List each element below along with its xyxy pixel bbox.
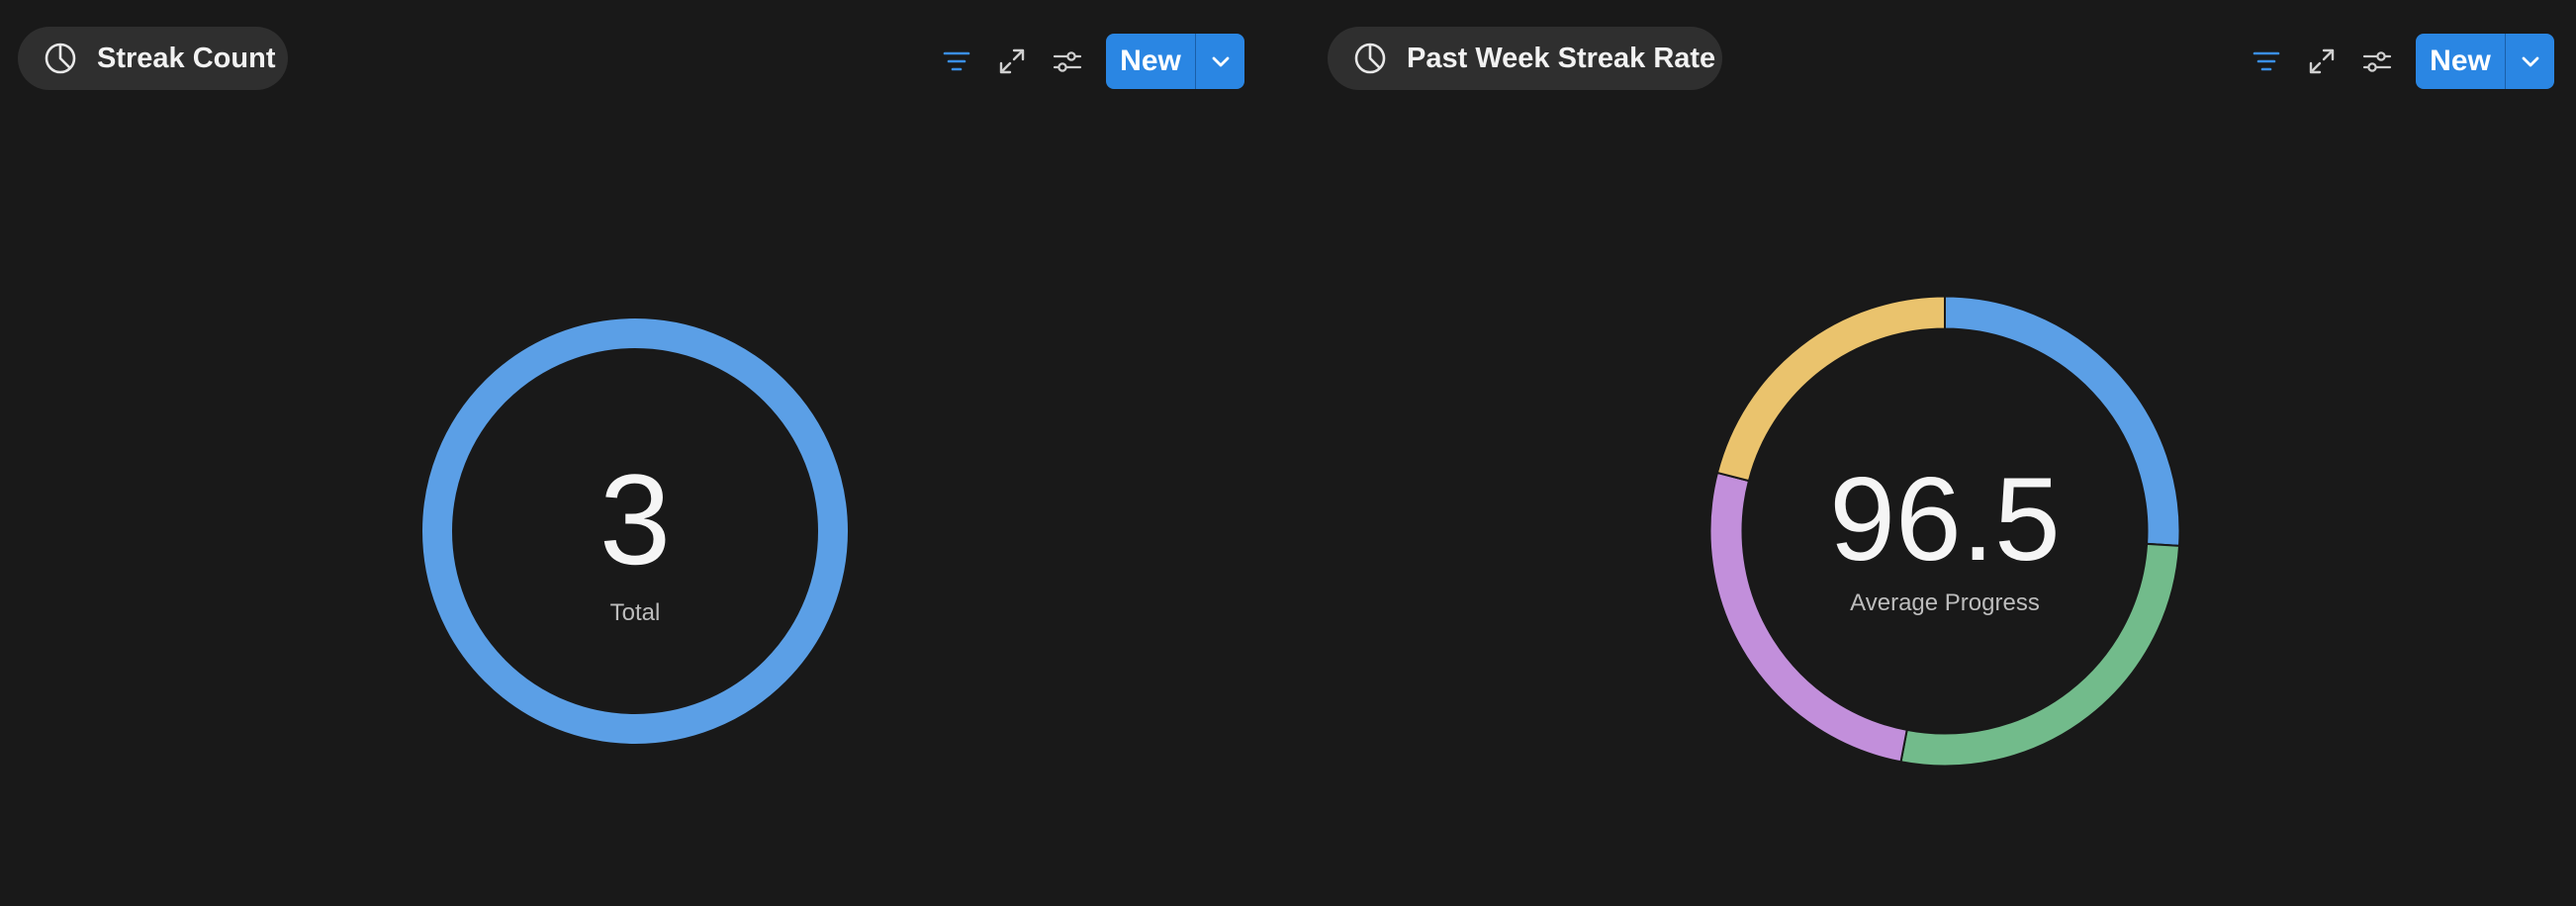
chart-panel-streak-count: 3 Total Streak Count New — [0, 0, 1276, 906]
donut-chart: 3 Total — [422, 318, 848, 744]
new-dropdown-button[interactable] — [1196, 34, 1244, 89]
new-button-group: New — [1106, 34, 1244, 89]
sliders-icon[interactable] — [2360, 45, 2394, 78]
center-label: Total — [610, 599, 661, 626]
chart-title: Past Week Streak Rate — [1407, 42, 1716, 74]
new-button-group: New — [2416, 34, 2554, 89]
chart-panel-past-week-streak-rate: 96.5 Average Progress Past Week Streak Ra… — [1310, 0, 2576, 906]
new-button[interactable]: New — [2416, 34, 2506, 89]
chart-title: Streak Count — [97, 42, 276, 74]
center-label: Average Progress — [1850, 589, 2040, 616]
expand-icon[interactable] — [995, 45, 1029, 78]
chevron-down-icon — [2522, 56, 2538, 67]
filter-icon[interactable] — [940, 45, 973, 78]
new-dropdown-button[interactable] — [2506, 34, 2554, 89]
center-value: 3 — [599, 447, 671, 591]
pie-chart-icon — [45, 43, 76, 74]
filter-icon[interactable] — [2250, 45, 2283, 78]
donut-chart: 96.5 Average Progress — [1708, 295, 2181, 768]
chart-title-pill[interactable]: Streak Count — [18, 27, 288, 90]
new-button[interactable]: New — [1106, 34, 1196, 89]
sliders-icon[interactable] — [1051, 45, 1084, 78]
center-value: 96.5 — [1829, 453, 2061, 586]
pie-chart-icon — [1354, 43, 1386, 74]
chart-title-pill[interactable]: Past Week Streak Rate — [1328, 27, 1722, 90]
chevron-down-icon — [1212, 56, 1229, 67]
expand-icon[interactable] — [2305, 45, 2339, 78]
